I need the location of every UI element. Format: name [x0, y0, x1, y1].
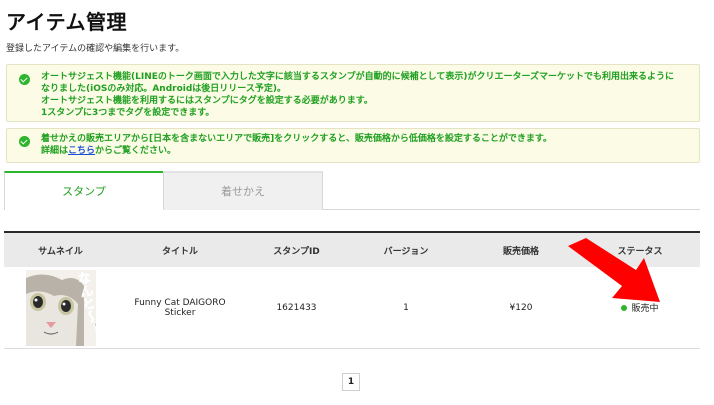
title-cell: Funny Cat DAIGORO Sticker — [117, 298, 243, 318]
version-cell: 1 — [403, 302, 409, 313]
cat-sticker-image: なんと〜！ — [25, 269, 96, 346]
notice-prefix: 詳細は — [41, 146, 69, 156]
notice-text: 着せかえの販売エリアから[日本を含まないエリアで販売]をクリックすると、販売価格… — [41, 133, 552, 157]
notice-autosuggest: オートサジェスト機能(LINEのトーク画面で入力した文字に該当するスタンプが自動… — [6, 64, 700, 122]
header-version: バージョン — [383, 246, 429, 257]
notice-line: 着せかえの販売エリアから[日本を含まないエリアで販売]をクリックすると、販売価格… — [41, 134, 552, 144]
details-link[interactable]: こちら — [68, 146, 95, 156]
thumbnail-cell: なんと〜！ — [4, 269, 117, 346]
page-title: アイテム管理 — [6, 10, 127, 34]
check-circle-icon — [19, 136, 30, 147]
notice-line: 詳細はこちらからご覧ください。 — [41, 145, 552, 157]
red-arrow-icon — [568, 238, 660, 302]
notice-kisekae-price: 着せかえの販売エリアから[日本を含まないエリアで販売]をクリックすると、販売価格… — [6, 128, 700, 163]
stamp-id-cell: 1621433 — [276, 302, 317, 313]
header-thumbnail: サムネイル — [38, 246, 83, 257]
tab-divider — [323, 209, 700, 210]
sticker-thumbnail[interactable]: なんと〜！ — [25, 269, 96, 346]
notice-suffix: からご覧ください。 — [95, 146, 177, 156]
sticker-title-line: Sticker — [164, 307, 196, 318]
header-title: タイトル — [161, 246, 198, 257]
page-description: 登録したアイテムの確認や編集を行います。 — [6, 44, 185, 54]
tab-kisekae[interactable]: 着せかえ — [163, 171, 323, 210]
notice-line: なりました(iOSのみ対応。Androidは後日リリース予定)。 — [41, 84, 286, 94]
notice-line: オートサジェスト機能を利用するにはスタンプにタグを設定する必要があります。 — [41, 96, 373, 106]
notice-line: 1スタンプに3つまでタグを設定できます。 — [41, 108, 215, 118]
tab-stamp[interactable]: スタンプ — [4, 171, 163, 210]
check-circle-icon — [19, 74, 30, 85]
pagination-page-1[interactable]: 1 — [342, 373, 360, 391]
header-stamp-id: スタンプID — [273, 246, 320, 257]
notice-text: オートサジェスト機能(LINEのトーク画面で入力した文字に該当するスタンプが自動… — [41, 71, 693, 119]
sticker-title-line: Funny Cat DAIGORO — [134, 297, 226, 308]
notice-line: オートサジェスト機能(LINEのトーク画面で入力した文字に該当するスタンプが自動… — [41, 72, 675, 82]
